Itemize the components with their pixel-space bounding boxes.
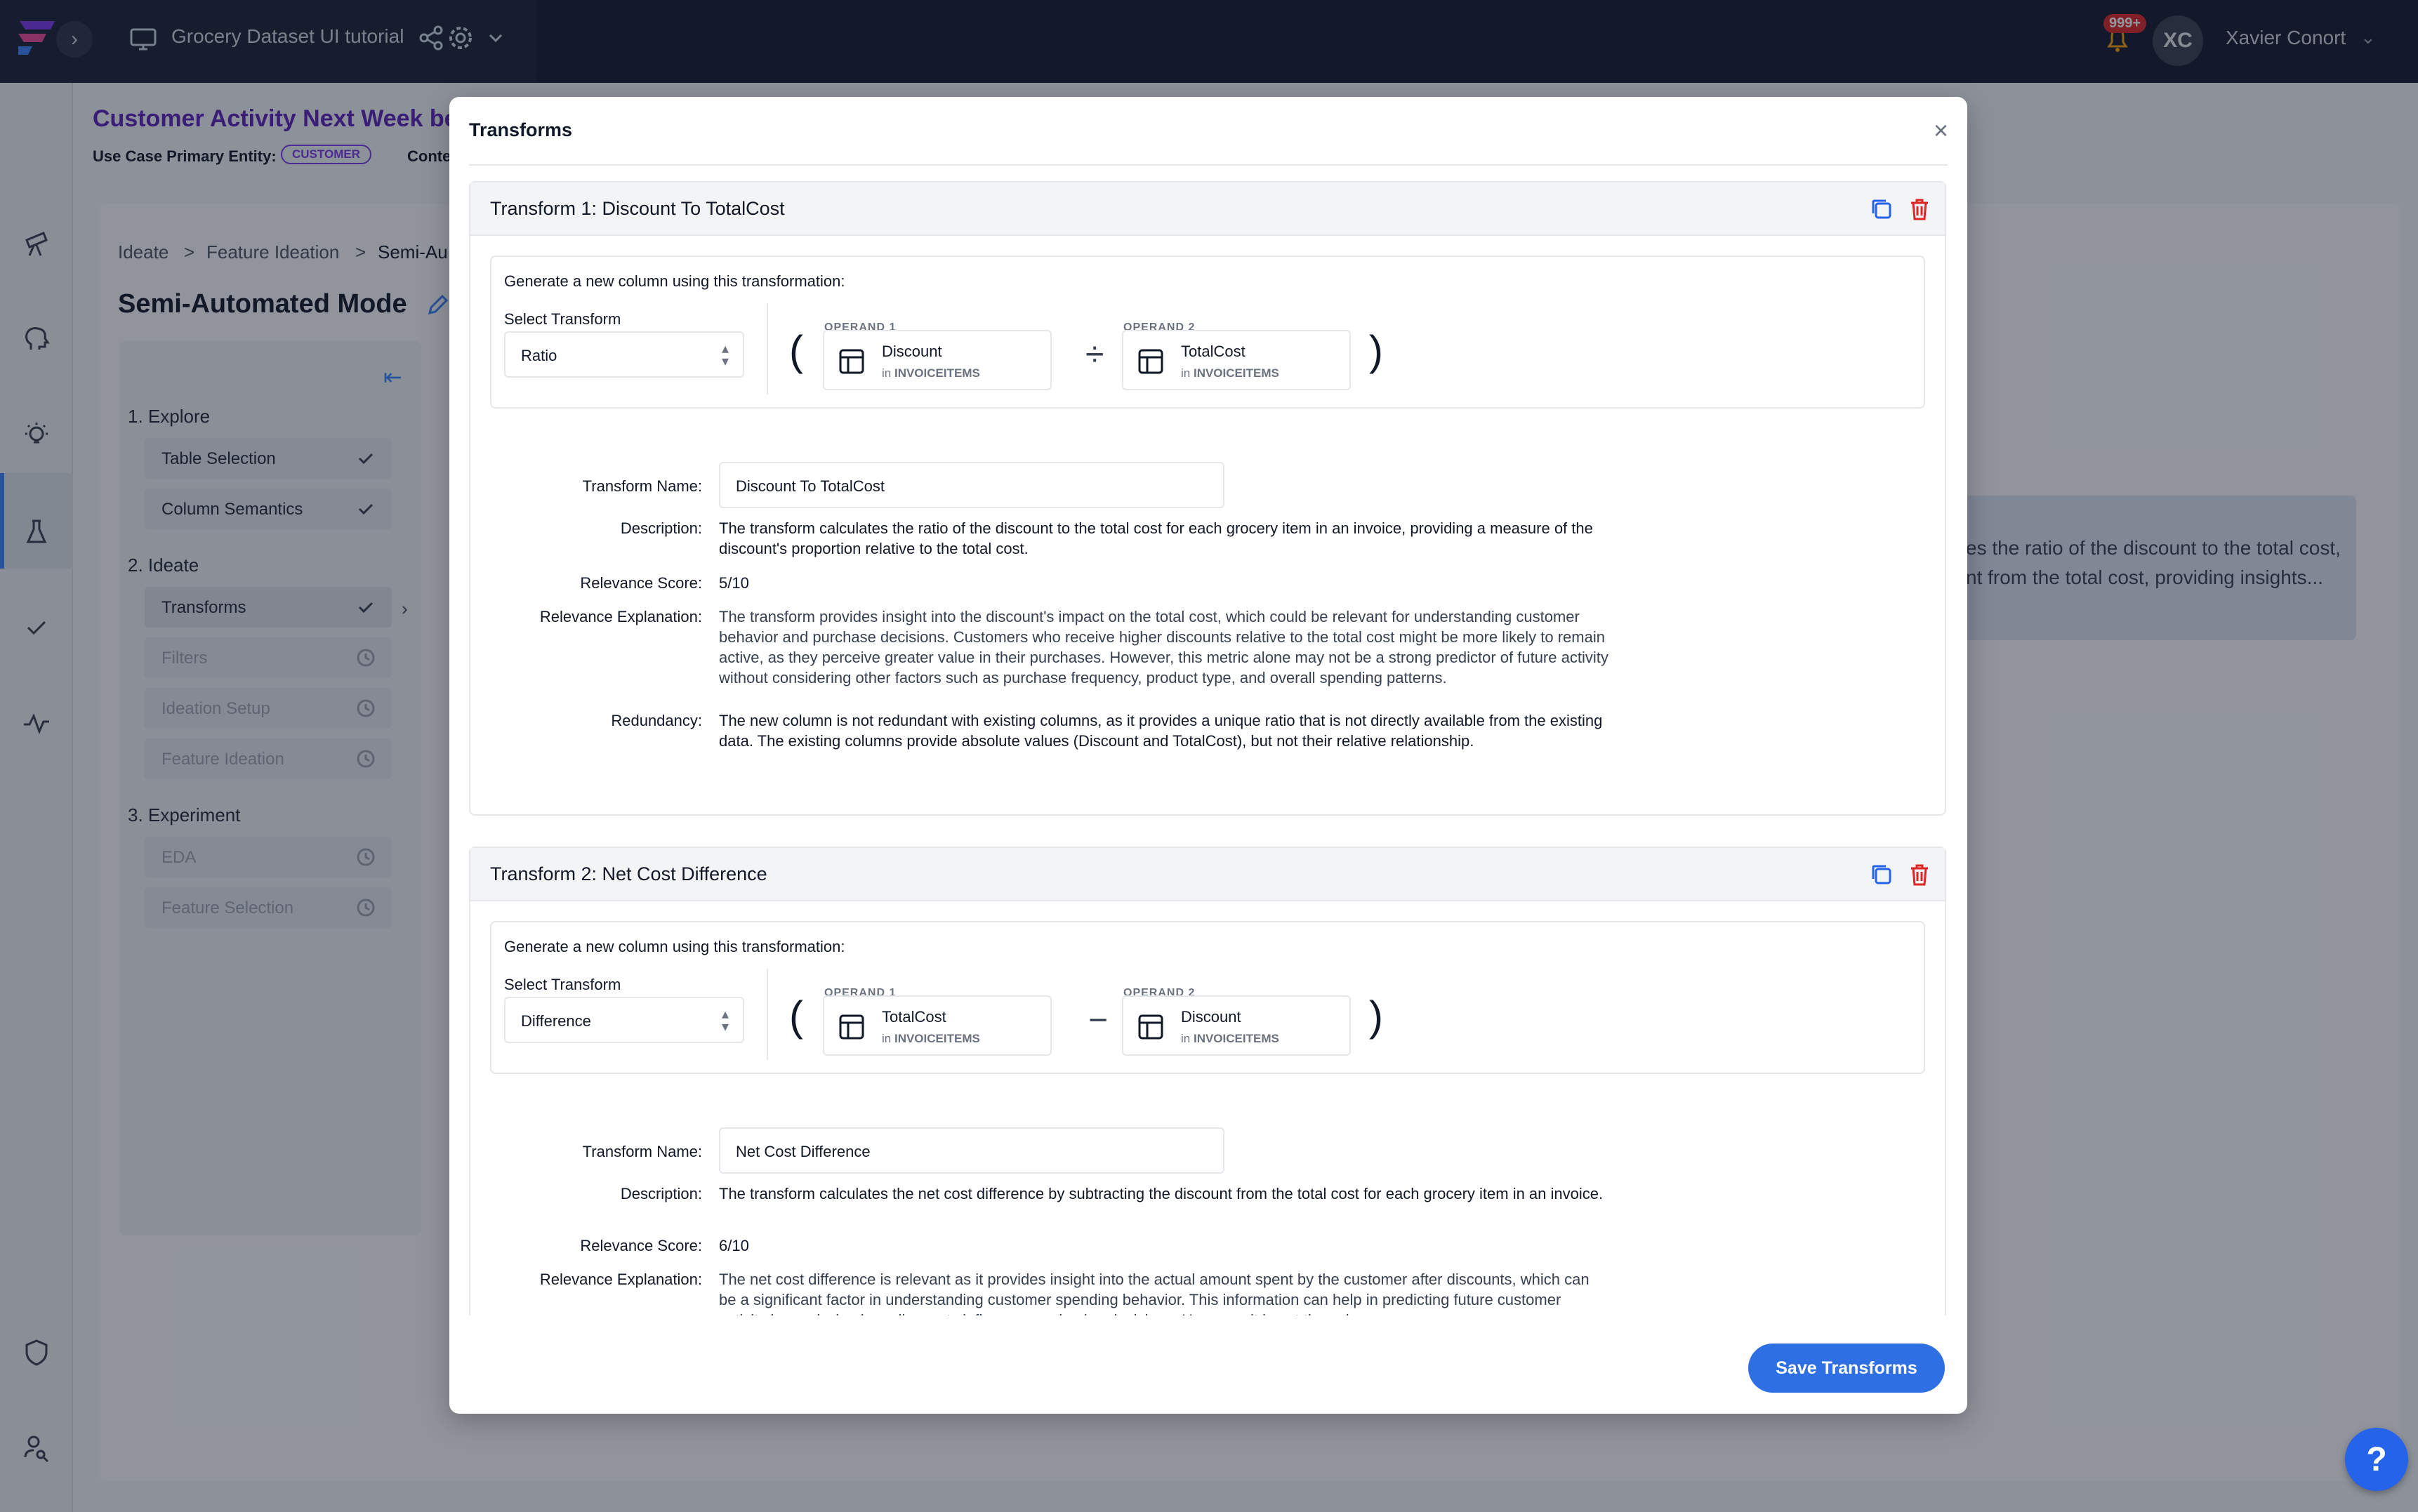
transform-card: Transform 2: Net Cost Difference Generat…: [469, 847, 1946, 1315]
trash-icon[interactable]: [1907, 862, 1932, 887]
transform-name-input[interactable]: Net Cost Difference: [719, 1127, 1224, 1174]
open-paren: (: [789, 327, 803, 374]
table-icon: [1138, 349, 1163, 374]
transform-card-header: Transform 1: Discount To TotalCost: [470, 183, 1945, 236]
transforms-scroll-area[interactable]: Transform 1: Discount To TotalCost Gener…: [469, 181, 1948, 1315]
operand1-field[interactable]: TotalCost in INVOICEITEMS: [823, 995, 1052, 1056]
transform-select[interactable]: Difference ▴ ▾: [504, 997, 744, 1043]
operand1-field[interactable]: Discount in INVOICEITEMS: [823, 330, 1052, 390]
copy-icon[interactable]: [1869, 862, 1894, 887]
select-transform-label: Select Transform: [504, 310, 621, 328]
operand-name: Discount: [882, 343, 942, 360]
save-transforms-button[interactable]: Save Transforms: [1748, 1344, 1945, 1393]
close-icon[interactable]: ×: [1934, 118, 1948, 143]
transform-name-input[interactable]: Discount To TotalCost: [719, 462, 1224, 508]
open-paren: (: [789, 993, 803, 1040]
relevance-explanation-label: Relevance Explanation:: [539, 608, 702, 625]
operator-minus: −: [1088, 1002, 1109, 1039]
modal-title: Transforms: [469, 119, 573, 140]
transform-name-label: Transform Name:: [582, 1143, 702, 1160]
relevance-score-value: 6/10: [719, 1237, 749, 1254]
table-icon: [839, 1014, 864, 1040]
operand2-field[interactable]: Discount in INVOICEITEMS: [1122, 995, 1351, 1056]
help-button[interactable]: ?: [2345, 1428, 2408, 1491]
description-label: Description:: [620, 519, 702, 537]
transform-card: Transform 1: Discount To TotalCost Gener…: [469, 181, 1946, 816]
select-chevron-icon: ▴ ▾: [721, 1007, 729, 1035]
copy-icon[interactable]: [1869, 197, 1894, 222]
redundancy-value: The new column is not redundant with exi…: [719, 712, 1603, 750]
transform-title: Transform 2: Net Cost Difference: [490, 863, 767, 884]
relevance-score-label: Relevance Score:: [580, 1237, 702, 1254]
close-paren: ): [1369, 993, 1383, 1040]
transform-card-header: Transform 2: Net Cost Difference: [470, 848, 1945, 901]
transform-select-value: Difference: [521, 1012, 591, 1030]
description-value: The transform calculates the net cost di…: [719, 1185, 1604, 1202]
operand-name: TotalCost: [882, 1008, 946, 1026]
transform-name-label: Transform Name:: [582, 477, 702, 495]
transform-title: Transform 1: Discount To TotalCost: [490, 198, 785, 219]
trash-icon[interactable]: [1907, 197, 1932, 222]
select-transform-label: Select Transform: [504, 976, 621, 993]
generate-label: Generate a new column using this transfo…: [504, 938, 845, 955]
divider: [767, 969, 768, 1060]
close-paren: ): [1369, 327, 1383, 374]
operand-source: in INVOICEITEMS: [1181, 366, 1279, 380]
transformation-builder: Generate a new column using this transfo…: [490, 921, 1925, 1074]
generate-label: Generate a new column using this transfo…: [504, 272, 845, 290]
relevance-explanation-label: Relevance Explanation:: [539, 1271, 702, 1288]
description-label: Description:: [620, 1185, 702, 1202]
operand-name: Discount: [1181, 1008, 1241, 1026]
transform-select-value: Ratio: [521, 347, 557, 364]
operand-source: in INVOICEITEMS: [882, 1032, 980, 1045]
operand-source: in INVOICEITEMS: [882, 366, 980, 380]
relevance-score-label: Relevance Score:: [580, 574, 702, 592]
table-icon: [839, 349, 864, 374]
transform-select[interactable]: Ratio ▴ ▾: [504, 331, 744, 378]
redundancy-label: Redundancy:: [611, 712, 702, 729]
operand-name: TotalCost: [1181, 343, 1246, 360]
description-value: The transform calculates the ratio of th…: [719, 519, 1593, 557]
relevance-explanation-value: The transform provides insight into the …: [719, 608, 1608, 687]
select-chevron-icon: ▴ ▾: [721, 341, 729, 369]
relevance-explanation-value: The net cost difference is relevant as i…: [719, 1271, 1590, 1315]
operator-divide: ÷: [1085, 336, 1104, 373]
relevance-score-value: 5/10: [719, 574, 749, 592]
transformation-builder: Generate a new column using this transfo…: [490, 256, 1925, 409]
modal-divider: [469, 164, 1948, 166]
transforms-modal: Transforms × Transform 1: Discount To To…: [449, 97, 1967, 1414]
operand2-field[interactable]: TotalCost in INVOICEITEMS: [1122, 330, 1351, 390]
divider: [767, 303, 768, 394]
operand-source: in INVOICEITEMS: [1181, 1032, 1279, 1045]
table-icon: [1138, 1014, 1163, 1040]
